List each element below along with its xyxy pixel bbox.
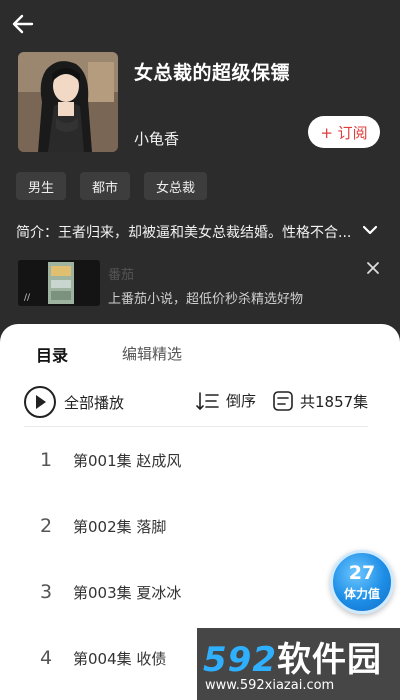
episode-count-label: 共1857集 (300, 392, 369, 411)
book-title: 女总裁的超级保镖 (134, 62, 291, 84)
episode-number: 3 (39, 581, 53, 603)
ad-close-button[interactable] (364, 259, 382, 277)
book-intro[interactable]: 简介：王者归来，却被逼和美女总裁结婚。性格不合... (16, 222, 366, 242)
subscribe-button[interactable]: + 订阅 (308, 116, 380, 148)
watermark-logo: 592软件园 (203, 632, 382, 681)
book-cover-image[interactable] (18, 52, 118, 152)
episode-title: 第001集 赵成风 (73, 451, 182, 470)
tag-urban[interactable]: 都市 (80, 172, 131, 200)
ad-title: 番茄 (108, 268, 135, 283)
episode-title: 第003集 夏冰冰 (73, 583, 182, 602)
tag-male[interactable]: 男生 (16, 172, 67, 200)
episode-count-button[interactable]: 共1857集 (272, 390, 368, 412)
stamina-label: 体力值 (343, 586, 380, 601)
episode-title: 第004集 收债 (73, 649, 167, 668)
episode-title: 第002集 落脚 (73, 517, 167, 536)
stamina-badge[interactable]: 27 体力值 (330, 550, 394, 614)
expand-intro-button[interactable] (360, 220, 380, 240)
close-icon (367, 262, 379, 274)
tag-female-ceo[interactable]: 女总裁 (144, 172, 208, 200)
sort-label: 倒序 (226, 392, 257, 410)
ad-thumbnail[interactable]: // (18, 260, 100, 306)
site-watermark: 592软件园 www.592xiazai.com (197, 628, 400, 700)
episode-number: 4 (39, 647, 53, 669)
stamina-value: 27 (348, 561, 376, 584)
watermark-url: www.592xiazai.com (205, 678, 335, 693)
svg-text://: // (24, 293, 31, 303)
play-icon (24, 386, 56, 418)
watermark-logo-num: 592 (203, 640, 277, 680)
play-all-label: 全部播放 (64, 393, 125, 412)
arrow-left-icon (12, 14, 34, 34)
sort-icon (196, 391, 219, 410)
book-author[interactable]: 小龟香 (134, 128, 179, 149)
sort-reverse-button[interactable]: 倒序 (196, 390, 256, 411)
episode-number: 2 (39, 515, 53, 537)
tab-editor-picks[interactable]: 编辑精选 (122, 343, 182, 364)
back-button[interactable] (10, 10, 38, 38)
watermark-logo-text: 软件园 (276, 640, 382, 680)
list-box-icon (273, 391, 293, 411)
play-all-button[interactable]: 全部播放 (24, 386, 124, 418)
episode-row[interactable]: 2 第002集 落脚 (0, 506, 400, 546)
divider (24, 426, 368, 427)
episode-number: 1 (39, 449, 53, 471)
chevron-down-icon (362, 225, 378, 235)
episode-row[interactable]: 1 第001集 赵成风 (0, 440, 400, 480)
tab-catalog[interactable]: 目录 (36, 342, 68, 366)
ad-description[interactable]: 上番茄小说，超低价秒杀精选好物 (108, 288, 303, 307)
tag-list: 男生 都市 女总裁 (16, 172, 208, 200)
book-header: 女总裁的超级保镖 小龟香 + 订阅 男生 都市 女总裁 简介：王者归来，却被逼和… (0, 0, 400, 330)
